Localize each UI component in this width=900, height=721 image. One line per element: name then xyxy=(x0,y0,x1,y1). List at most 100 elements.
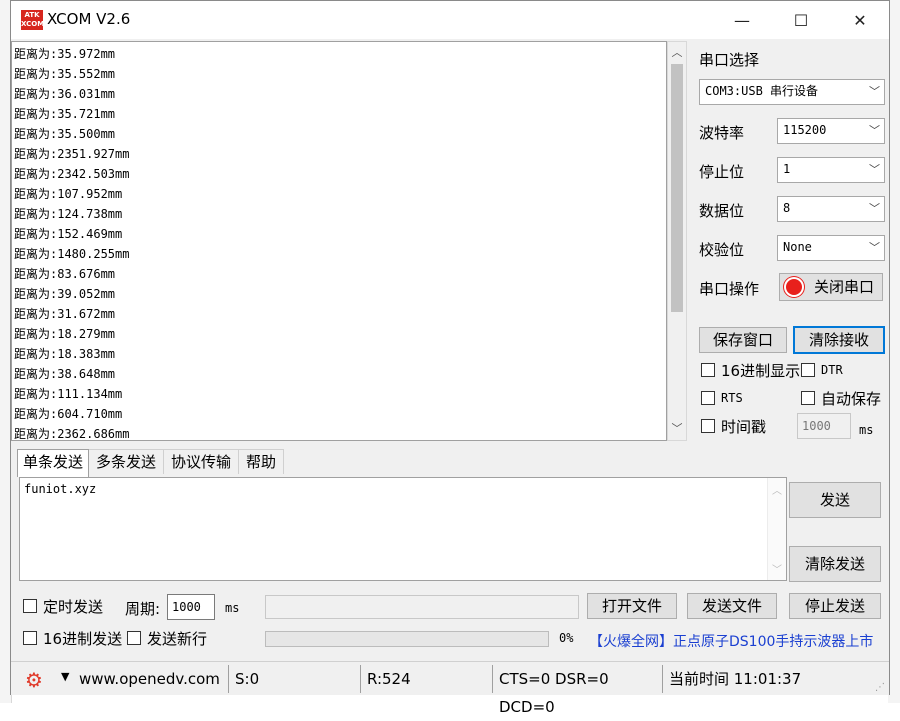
port-operation-label: 串口操作 xyxy=(699,280,760,298)
scroll-up-arrow-icon[interactable]: ︿ xyxy=(668,44,686,62)
receive-line: 距离为:2342.503mm xyxy=(14,167,130,181)
dropdown-caret-icon[interactable]: ▼ xyxy=(61,670,69,683)
send-button[interactable]: 发送 xyxy=(789,482,881,518)
port-select-value: COM3:USB 串行设备 xyxy=(705,84,819,98)
port-select[interactable]: COM3:USB 串行设备 ﹀ xyxy=(699,79,885,105)
timestamp-checkbox[interactable] xyxy=(701,419,715,433)
app-icon: ATK XCOM xyxy=(21,10,45,30)
receive-line: 距离为:36.031mm xyxy=(14,87,116,101)
baud-value: 115200 xyxy=(783,123,827,137)
timed-send-label: 定时发送 xyxy=(43,598,104,616)
receive-line: 距离为:2362.686mm xyxy=(14,427,130,441)
chevron-down-icon: ﹀ xyxy=(869,202,880,215)
xcom-window: ATK XCOM XCOM V2.6 — ☐ ✕ 距离为:35.972mm 距离为… xyxy=(10,0,890,716)
port-status-led-icon xyxy=(786,279,802,295)
hex-display-checkbox[interactable] xyxy=(701,363,715,377)
stop-bits-select[interactable]: 1 ﹀ xyxy=(777,157,885,183)
rts-checkbox[interactable] xyxy=(701,391,715,405)
receive-line: 距离为:35.500mm xyxy=(14,127,116,141)
period-input[interactable]: 1000 xyxy=(167,594,215,620)
ad-link[interactable]: 【火爆全网】正点原子DS100手持示波器上市 xyxy=(589,631,873,651)
receive-line: 距离为:83.676mm xyxy=(14,267,116,281)
receive-line: 距离为:1480.255mm xyxy=(14,247,130,261)
data-bits-label: 数据位 xyxy=(699,202,745,220)
receive-line: 距离为:35.721mm xyxy=(14,107,116,121)
status-lines: CTS=0 DSR=0 DCD=0 xyxy=(493,665,663,716)
dtr-checkbox[interactable] xyxy=(801,363,815,377)
close-button[interactable]: ✕ xyxy=(837,1,883,39)
timestamp-interval-input[interactable]: 1000 xyxy=(797,413,851,439)
receive-line: 距离为:35.972mm xyxy=(14,47,116,61)
open-file-button[interactable]: 打开文件 xyxy=(587,593,677,619)
baud-label: 波特率 xyxy=(699,124,745,142)
gear-icon[interactable]: ⚙ xyxy=(25,670,45,690)
receive-line: 距离为:35.552mm xyxy=(14,67,116,81)
tab-single-send[interactable]: 单条发送 xyxy=(17,449,89,477)
chevron-down-icon: ﹀ xyxy=(869,163,880,176)
close-port-button[interactable]: 关闭串口 xyxy=(779,273,883,301)
timed-send-checkbox[interactable] xyxy=(23,599,37,613)
send-textarea[interactable]: funiot.xyz ︿ ﹀ xyxy=(19,477,787,581)
settings-panel: 串口选择 COM3:USB 串行设备 ﹀ 波特率 115200 ﹀ 停止位 1 … xyxy=(697,41,887,451)
parity-select[interactable]: None ﹀ xyxy=(777,235,885,261)
scroll-thumb[interactable] xyxy=(671,64,683,312)
tab-protocol[interactable]: 协议传输 xyxy=(163,449,239,474)
scroll-down-arrow-icon[interactable]: ﹀ xyxy=(768,561,786,576)
chevron-down-icon: ﹀ xyxy=(869,241,880,254)
close-port-label: 关闭串口 xyxy=(813,278,874,296)
receive-line: 距离为:2351.927mm xyxy=(14,147,130,161)
send-file-button[interactable]: 发送文件 xyxy=(687,593,777,619)
receive-line: 距离为:604.710mm xyxy=(14,407,123,421)
clear-send-button[interactable]: 清除发送 xyxy=(789,546,881,582)
scroll-up-arrow-icon[interactable]: ︿ xyxy=(768,482,786,497)
receive-scrollbar[interactable]: ︿ ﹀ xyxy=(667,41,687,441)
tab-multi-send[interactable]: 多条发送 xyxy=(88,449,164,474)
period-unit: ms xyxy=(225,601,240,615)
auto-save-label: 自动保存 xyxy=(821,390,882,408)
send-progress-bar xyxy=(265,631,549,647)
clear-receive-button[interactable]: 清除接收 xyxy=(793,326,885,354)
receive-line: 距离为:18.279mm xyxy=(14,327,116,341)
period-label: 周期: xyxy=(125,600,161,618)
send-newline-checkbox[interactable] xyxy=(127,631,141,645)
hex-send-label: 16进制发送 xyxy=(43,630,123,648)
data-bits-select[interactable]: 8 ﹀ xyxy=(777,196,885,222)
data-bits-value: 8 xyxy=(783,201,791,215)
title-bar[interactable]: ATK XCOM XCOM V2.6 — ☐ ✕ xyxy=(11,1,889,39)
minimize-button[interactable]: — xyxy=(719,1,765,39)
window-title: XCOM V2.6 xyxy=(47,10,131,28)
file-path-input[interactable] xyxy=(265,595,579,619)
receive-lines: 距离为:35.972mm 距离为:35.552mm 距离为:36.031mm 距离为:… xyxy=(14,44,130,441)
tab-help[interactable]: 帮助 xyxy=(238,449,284,474)
receive-line: 距离为:31.672mm xyxy=(14,307,116,321)
send-scrollbar[interactable]: ︿ ﹀ xyxy=(767,478,786,580)
maximize-button[interactable]: ☐ xyxy=(778,1,824,39)
progress-text: 0% xyxy=(559,631,574,645)
status-url[interactable]: www.openedv.com xyxy=(73,665,229,693)
status-received: R:524 xyxy=(361,665,493,693)
status-time: 当前时间 11:01:37 xyxy=(669,670,802,688)
timestamp-label: 时间戳 xyxy=(721,418,767,436)
send-newline-label: 发送新行 xyxy=(147,630,208,648)
hex-display-label: 16进制显示 xyxy=(721,362,801,380)
auto-save-checkbox[interactable] xyxy=(801,391,815,405)
receive-line: 距离为:39.052mm xyxy=(14,287,116,301)
dtr-label: DTR xyxy=(821,363,843,377)
chevron-down-icon: ﹀ xyxy=(869,85,880,98)
baud-select[interactable]: 115200 ﹀ xyxy=(777,118,885,144)
stop-bits-value: 1 xyxy=(783,162,791,176)
chevron-down-icon: ﹀ xyxy=(869,124,880,137)
receive-area[interactable]: 距离为:35.972mm 距离为:35.552mm 距离为:36.031mm 距离为:… xyxy=(11,41,667,441)
save-window-button[interactable]: 保存窗口 xyxy=(699,327,787,353)
resize-grip-icon[interactable]: ⋰ xyxy=(875,682,885,693)
scroll-down-arrow-icon[interactable]: ﹀ xyxy=(668,420,686,438)
receive-line: 距离为:18.383mm xyxy=(14,347,116,361)
receive-line: 距离为:107.952mm xyxy=(14,187,123,201)
receive-line: 距离为:124.738mm xyxy=(14,207,123,221)
parity-value: None xyxy=(783,240,812,254)
stop-send-button[interactable]: 停止发送 xyxy=(789,593,881,619)
hex-send-checkbox[interactable] xyxy=(23,631,37,645)
stop-bits-label: 停止位 xyxy=(699,163,745,181)
timestamp-unit: ms xyxy=(859,423,874,437)
port-select-label: 串口选择 xyxy=(699,51,760,69)
